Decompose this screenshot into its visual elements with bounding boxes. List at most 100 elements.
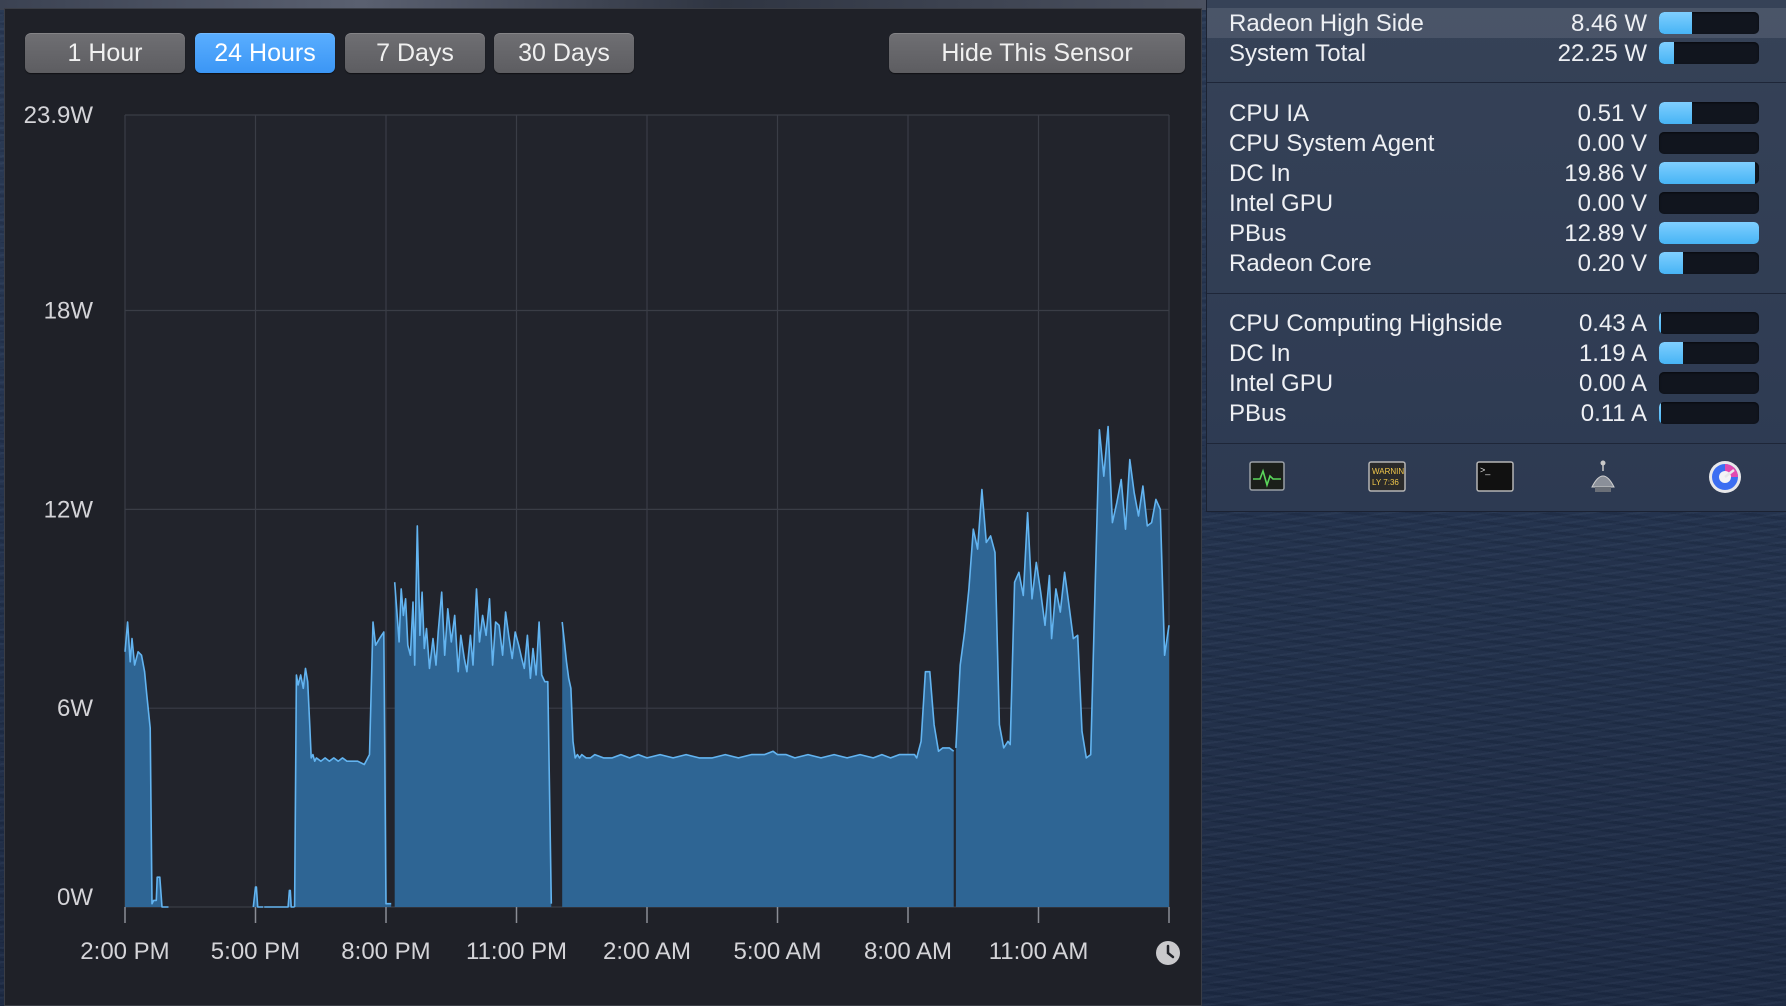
sensor-label: CPU Computing Highside bbox=[1229, 310, 1503, 337]
sensor-level-bar bbox=[1659, 42, 1759, 64]
sensor-value: 0.20 V bbox=[1577, 250, 1647, 277]
sensor-label: DC In bbox=[1229, 340, 1291, 367]
sensor-label: Intel GPU bbox=[1229, 190, 1334, 217]
power-history-chart: 0W 6W 12W 18W 23.9W 2:00 PM 5:00 PM 8:00 PM 11:… bbox=[5, 89, 1201, 989]
sensor-level-fill bbox=[1659, 312, 1661, 334]
sensor-row-radeon-high-side[interactable]: Radeon High Side 8.46 W bbox=[1207, 8, 1786, 38]
x-tick-label: 11:00 AM bbox=[989, 938, 1089, 965]
y-tick-label: 18W bbox=[44, 298, 94, 325]
sensor-label: Radeon High Side bbox=[1229, 10, 1424, 37]
sensor-level-fill bbox=[1659, 42, 1674, 64]
clock-icon[interactable] bbox=[1156, 941, 1180, 965]
terminal-prompt: >_ bbox=[1480, 465, 1491, 475]
sensor-value: 22.25 W bbox=[1557, 40, 1647, 67]
sensor-value: 0.51 V bbox=[1577, 100, 1647, 127]
x-tick-label: 8:00 AM bbox=[864, 938, 952, 965]
y-axis-tick-labels: 0W 6W 12W 18W 23.9W bbox=[24, 102, 94, 911]
sensor-level-bar bbox=[1659, 102, 1759, 124]
sensor-row-dc-in-voltage[interactable]: DC In 19.86 V bbox=[1207, 158, 1786, 188]
range-button-7-days[interactable]: 7 Days bbox=[345, 33, 485, 73]
x-tick-label: 11:00 PM bbox=[466, 938, 567, 965]
sensor-level-fill bbox=[1659, 342, 1683, 364]
section-divider bbox=[1207, 82, 1786, 83]
sensor-label: System Total bbox=[1229, 40, 1366, 67]
console-time-text: LY 7:36 bbox=[1372, 478, 1399, 487]
sensor-level-fill bbox=[1659, 162, 1755, 184]
sensor-level-fill bbox=[1659, 402, 1661, 424]
sensor-value: 19.86 V bbox=[1564, 160, 1647, 187]
sensor-row-pbus-current[interactable]: PBus 0.11 A bbox=[1207, 398, 1786, 428]
x-tick-label: 2:00 AM bbox=[603, 938, 691, 965]
sensor-value: 1.19 A bbox=[1578, 340, 1647, 367]
sensor-label: CPU System Agent bbox=[1229, 130, 1435, 157]
sensor-label: PBus bbox=[1229, 220, 1287, 247]
chart-svg: 0W 6W 12W 18W 23.9W 2:00 PM 5:00 PM 8:00 PM 11:… bbox=[24, 102, 1180, 965]
activity-monitor-icon[interactable] bbox=[1247, 459, 1287, 495]
sensor-level-bar bbox=[1659, 132, 1759, 154]
sensor-row-system-total[interactable]: System Total 22.25 W bbox=[1207, 38, 1786, 68]
sensor-level-fill bbox=[1659, 102, 1692, 124]
sensor-level-bar bbox=[1659, 222, 1759, 244]
sensor-value: 0.00 V bbox=[1577, 190, 1647, 217]
sensor-level-bar bbox=[1659, 162, 1759, 184]
sensor-level-bar bbox=[1659, 252, 1759, 274]
sensor-panel: Radeon High Side 8.46 W System Total 22.… bbox=[1206, 0, 1786, 512]
sensor-value: 0.43 A bbox=[1578, 310, 1647, 337]
sensor-row-radeon-core[interactable]: Radeon Core 0.20 V bbox=[1207, 248, 1786, 278]
x-tick-label: 5:00 PM bbox=[211, 938, 300, 965]
sensor-row-cpu-ia[interactable]: CPU IA 0.51 V bbox=[1207, 98, 1786, 128]
range-button-30-days[interactable]: 30 Days bbox=[494, 33, 634, 73]
sensor-value: 12.89 V bbox=[1564, 220, 1647, 247]
y-tick-label: 23.9W bbox=[24, 102, 94, 129]
activity-monitor-glyph bbox=[1249, 461, 1285, 491]
x-axis-tick-labels: 2:00 PM 5:00 PM 8:00 PM 11:00 PM 2:00 AM 5:00… bbox=[80, 938, 1088, 965]
sensor-level-fill bbox=[1659, 12, 1692, 34]
istat-menus-icon[interactable] bbox=[1705, 459, 1745, 495]
sensor-level-bar bbox=[1659, 312, 1759, 334]
sensor-row-dc-in-current[interactable]: DC In 1.19 A bbox=[1207, 338, 1786, 368]
sensor-label: Radeon Core bbox=[1229, 250, 1372, 277]
sensor-row-pbus-voltage[interactable]: PBus 12.89 V bbox=[1207, 218, 1786, 248]
y-tick-label: 0W bbox=[57, 884, 93, 911]
istat-menus-glyph bbox=[1709, 461, 1741, 493]
range-button-24-hours[interactable]: 24 Hours bbox=[195, 33, 335, 73]
sensor-level-bar bbox=[1659, 342, 1759, 364]
range-button-row: 1 Hour 24 Hours 7 Days 30 Days Hide This… bbox=[25, 33, 1185, 73]
sensor-value: 8.46 W bbox=[1570, 10, 1647, 37]
x-tick-label: 5:00 AM bbox=[733, 938, 821, 965]
sensor-value: 0.00 A bbox=[1578, 370, 1647, 397]
terminal-icon[interactable]: >_ bbox=[1475, 459, 1515, 495]
x-axis-tick-marks bbox=[124, 907, 1170, 923]
sensor-row-cpu-system-agent[interactable]: CPU System Agent 0.00 V bbox=[1207, 128, 1786, 158]
panel-toolbar: WARNIN LY 7:36 >_ bbox=[1207, 445, 1786, 511]
x-tick-label: 8:00 PM bbox=[341, 938, 430, 965]
sensor-row-cpu-computing-highside[interactable]: CPU Computing Highside 0.43 A bbox=[1207, 308, 1786, 338]
section-divider bbox=[1207, 443, 1786, 444]
sensor-label: PBus bbox=[1229, 400, 1287, 427]
sensor-value: 0.00 V bbox=[1577, 130, 1647, 157]
console-glyph: WARNIN LY 7:36 bbox=[1368, 461, 1406, 492]
disk-utility-glyph bbox=[1591, 460, 1615, 492]
terminal-glyph: >_ bbox=[1476, 461, 1514, 492]
sensor-row-intel-gpu-voltage[interactable]: Intel GPU 0.00 V bbox=[1207, 188, 1786, 218]
sensor-level-bar bbox=[1659, 12, 1759, 34]
console-icon[interactable]: WARNIN LY 7:36 bbox=[1367, 459, 1407, 495]
sensor-label: CPU IA bbox=[1229, 100, 1310, 127]
x-tick-label: 2:00 PM bbox=[80, 938, 169, 965]
y-tick-label: 12W bbox=[44, 496, 94, 523]
sensor-level-bar bbox=[1659, 192, 1759, 214]
y-tick-label: 6W bbox=[57, 695, 93, 722]
sensor-level-fill bbox=[1659, 222, 1759, 244]
sensor-history-window: 1 Hour 24 Hours 7 Days 30 Days Hide This… bbox=[4, 8, 1202, 1006]
sensor-level-fill bbox=[1659, 252, 1683, 274]
sensor-label: Intel GPU bbox=[1229, 370, 1334, 397]
sensor-value: 0.11 A bbox=[1580, 400, 1647, 427]
section-divider bbox=[1207, 293, 1786, 294]
disk-utility-icon[interactable] bbox=[1583, 459, 1623, 495]
sensor-row-intel-gpu-current[interactable]: Intel GPU 0.00 A bbox=[1207, 368, 1786, 398]
sensor-label: DC In bbox=[1229, 160, 1291, 187]
hide-sensor-button[interactable]: Hide This Sensor bbox=[889, 33, 1185, 73]
range-button-1-hour[interactable]: 1 Hour bbox=[25, 33, 185, 73]
console-warning-text: WARNIN bbox=[1372, 467, 1404, 476]
sensor-level-bar bbox=[1659, 372, 1759, 394]
